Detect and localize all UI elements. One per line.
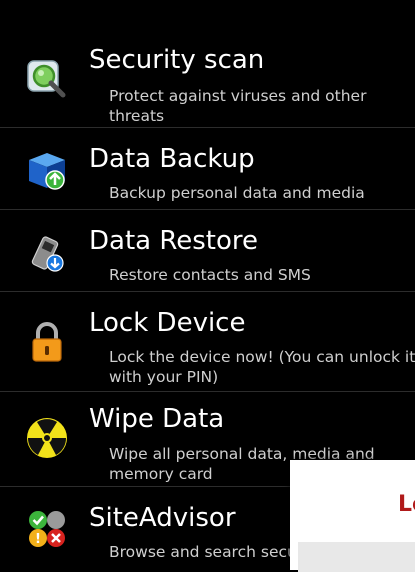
- menu-item-title: Wipe Data: [89, 404, 225, 434]
- siteadvisor-icon: !: [29, 511, 65, 547]
- backup-cube-icon: [29, 153, 65, 190]
- radiation-icon: [27, 418, 67, 458]
- menu-item-title: Data Restore: [89, 226, 258, 256]
- menu-item-title: Security scan: [89, 45, 265, 75]
- menu-item-description: Lock the device now! (You can unlock it …: [109, 348, 415, 386]
- menu-item-description: Restore contacts and SMS: [109, 266, 311, 284]
- restore-phone-icon: [31, 236, 64, 272]
- menu-item-title: Lock Device: [89, 308, 246, 338]
- padlock-icon: [32, 322, 62, 362]
- dialog-title: Lo: [398, 492, 415, 517]
- menu-item-description: Protect against viruses and other threat…: [109, 87, 367, 125]
- menu-item-data-restore[interactable]: Data Restore Restore contacts and SMS: [0, 210, 415, 291]
- menu-item-title: SiteAdvisor: [89, 503, 236, 533]
- magnifier-scan-icon: [27, 60, 66, 98]
- dialog-content-band: [298, 542, 415, 572]
- menu-item-title: Data Backup: [89, 144, 255, 174]
- svg-text:!: !: [35, 532, 41, 547]
- menu-item-lock-device[interactable]: Lock Device Lock the device now! (You ca…: [0, 292, 415, 391]
- menu-item-security-scan[interactable]: Security scan Protect against viruses an…: [0, 0, 415, 127]
- menu-item-data-backup[interactable]: Data Backup Backup personal data and med…: [0, 128, 415, 209]
- lock-dialog[interactable]: Lo: [290, 460, 415, 572]
- menu-item-description: Backup personal data and media: [109, 184, 365, 202]
